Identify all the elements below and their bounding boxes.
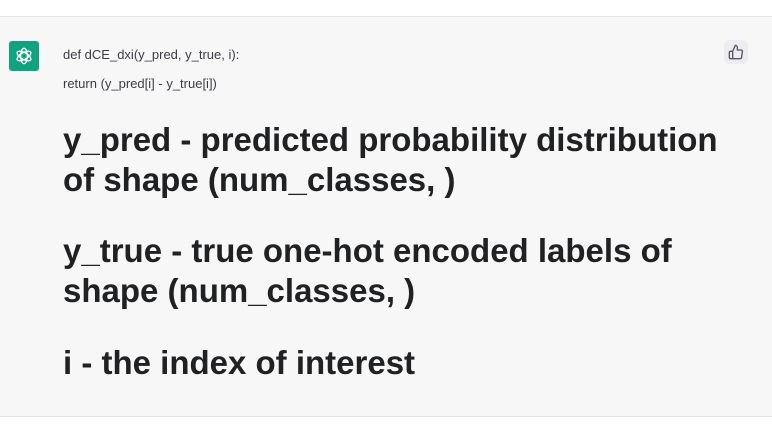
thumbs-up-button[interactable] xyxy=(724,40,748,64)
assistant-message: def dCE_dxi(y_pred, y_true, i): return (… xyxy=(0,17,772,416)
previous-message-area xyxy=(0,0,772,17)
next-message-area xyxy=(0,416,772,436)
assistant-avatar xyxy=(9,41,39,71)
paragraph-y-true: y_true - true one-hot encoded labels of … xyxy=(63,232,672,309)
code-line-signature: def dCE_dxi(y_pred, y_true, i): xyxy=(63,47,240,62)
openai-logo-icon xyxy=(16,47,32,65)
code-line-return: return (y_pred[i] - y_true[i]) xyxy=(63,76,217,91)
paragraph-index: i - the index of interest xyxy=(63,344,416,381)
thumbs-up-icon xyxy=(728,44,744,60)
paragraph-y-pred: y_pred - predicted probability distribut… xyxy=(63,121,718,198)
